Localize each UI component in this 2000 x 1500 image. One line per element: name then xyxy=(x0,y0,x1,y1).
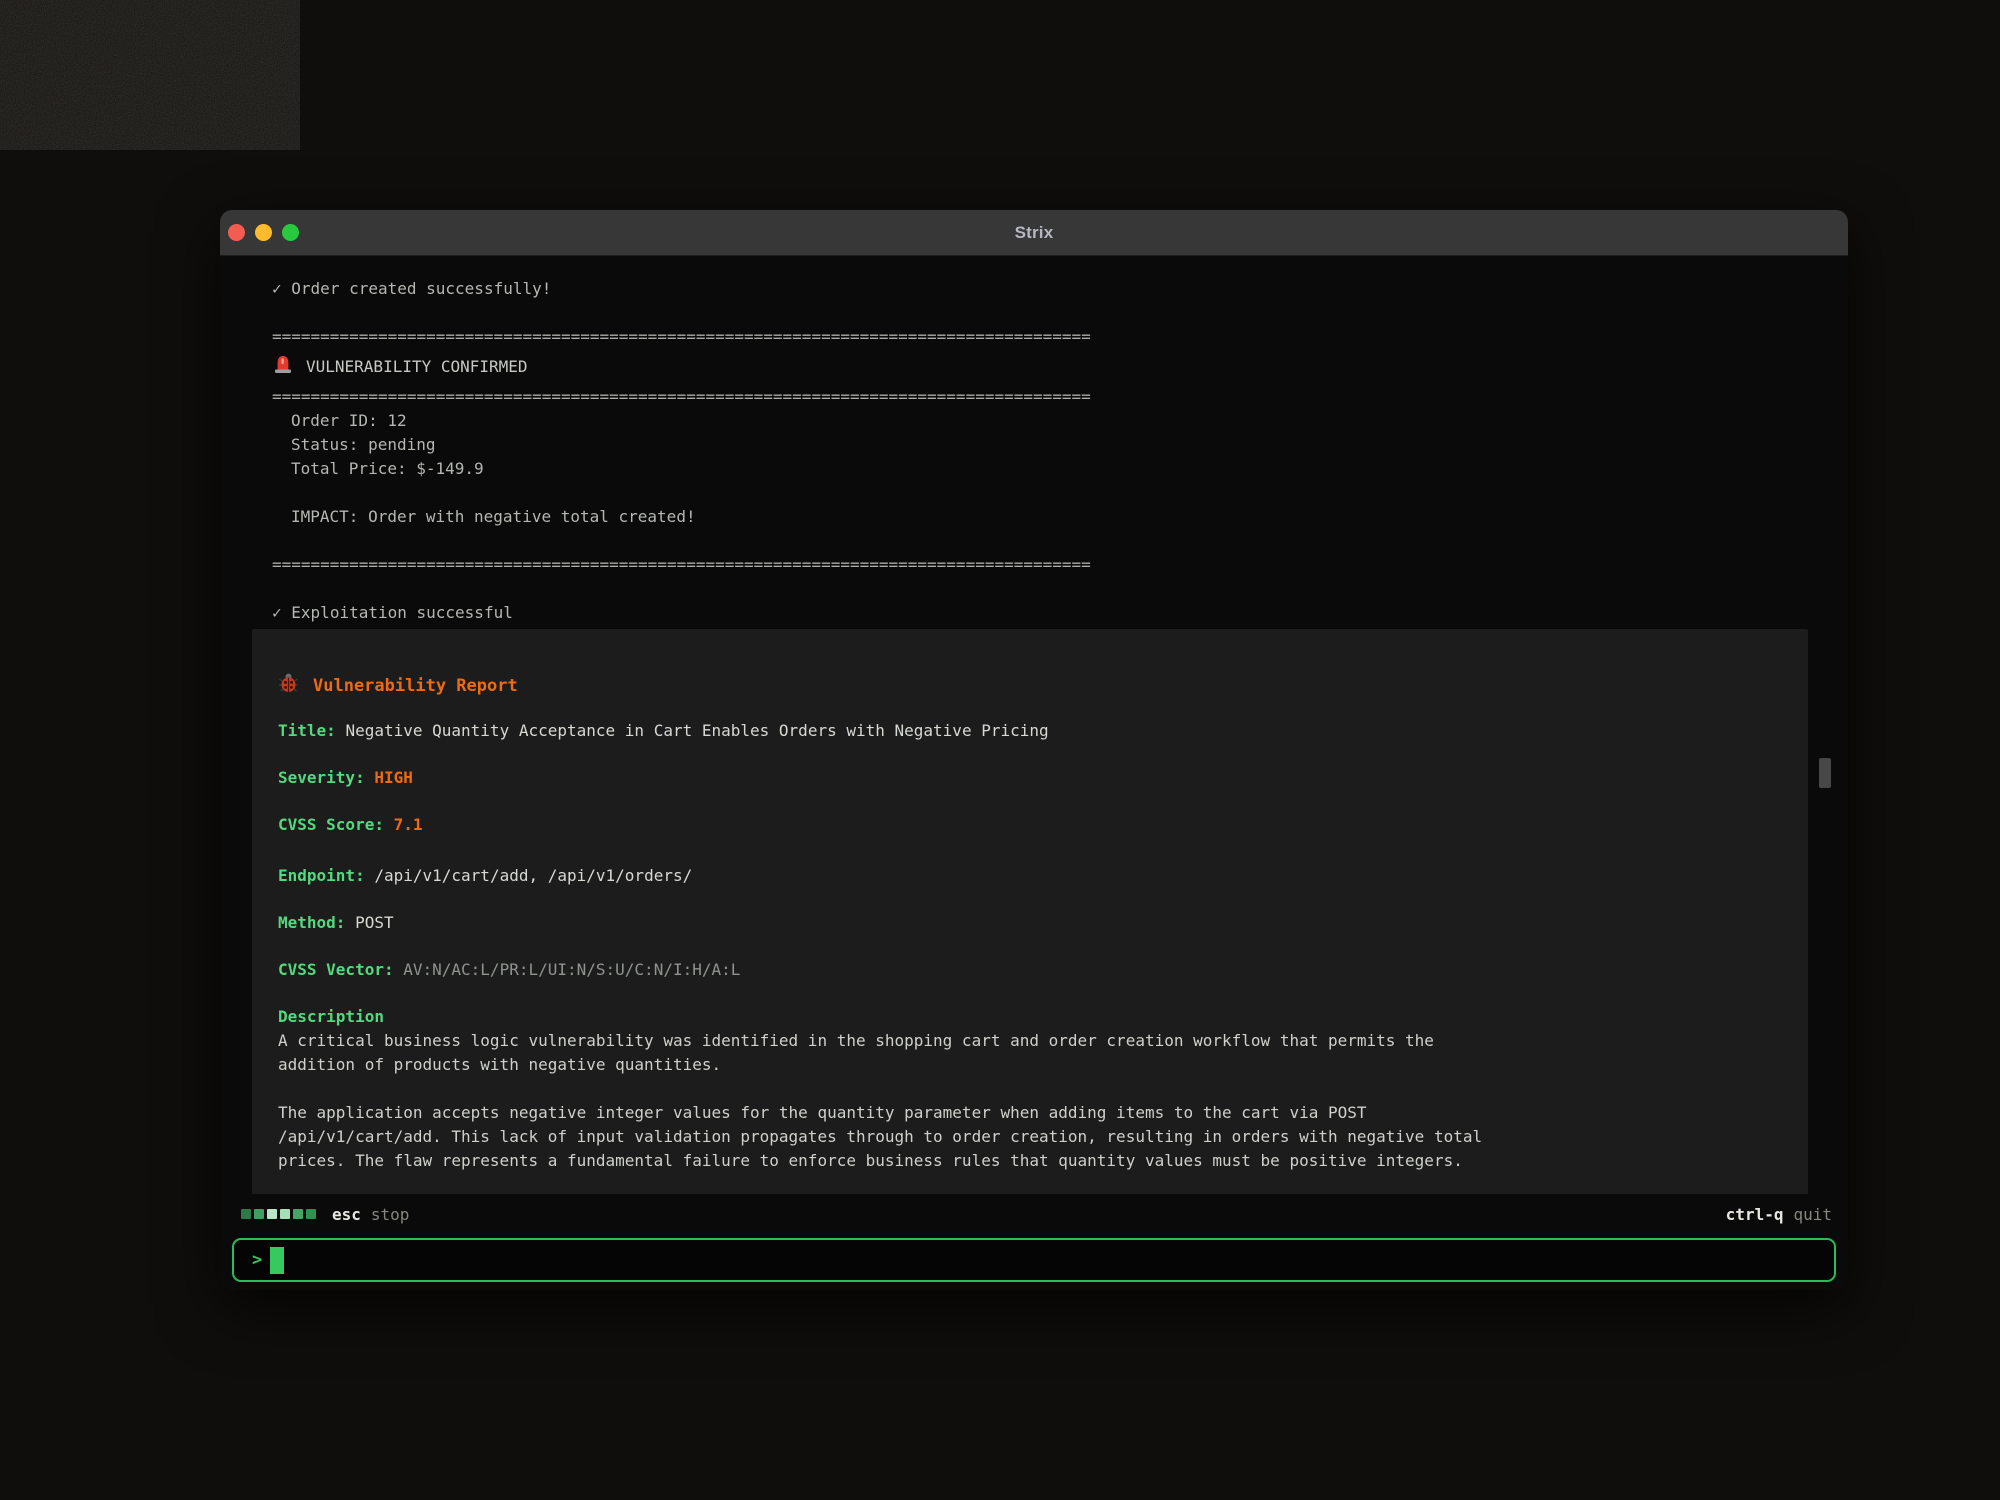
report-field: Title: Negative Quantity Acceptance in C… xyxy=(278,719,1782,743)
separator-line: ========================================… xyxy=(272,385,1848,409)
report-field-label: Title: xyxy=(278,721,336,740)
prompt-symbol: > xyxy=(252,1250,262,1270)
description-paragraph: The application accepts negative integer… xyxy=(278,1101,1782,1173)
report-field-label: CVSS Score: xyxy=(278,815,384,834)
spinner-square xyxy=(280,1209,290,1219)
log-status: Status: pending xyxy=(272,433,1848,457)
command-input[interactable]: > xyxy=(232,1238,1836,1282)
quit-hint-group: ctrl-q quit xyxy=(1726,1205,1832,1224)
spinner-square xyxy=(267,1209,277,1219)
status-bar: esc stop ctrl-q quit xyxy=(220,1194,1848,1234)
esc-key-hint: esc xyxy=(332,1205,361,1224)
log-exploitation: ✓ Exploitation successful xyxy=(272,601,1848,625)
report-field-value: POST xyxy=(355,913,394,932)
report-header: Vulnerability Report xyxy=(278,671,1782,701)
command-input-area: > xyxy=(220,1234,1848,1290)
report-field-label: Endpoint: xyxy=(278,866,365,885)
spinner-square xyxy=(254,1209,264,1219)
report-field-label: Method: xyxy=(278,913,345,932)
report-field-label: CVSS Vector: xyxy=(278,960,394,979)
report-field: CVSS Score: 7.1 xyxy=(278,813,1782,837)
report-field-value: HIGH xyxy=(374,768,413,787)
report-field: Severity: HIGH xyxy=(278,766,1782,790)
report-field-value: 7.1 xyxy=(394,815,423,834)
report-field-label: Severity: xyxy=(278,768,365,787)
report-fields: Title: Negative Quantity Acceptance in C… xyxy=(278,719,1782,982)
log-total-price: Total Price: $-149.9 xyxy=(272,457,1848,481)
terminal-output: ✓ Order created successfully! ==========… xyxy=(220,256,1848,1194)
description-paragraph: A critical business logic vulnerability … xyxy=(278,1029,1782,1077)
bug-icon xyxy=(278,672,299,700)
ctrl-q-key-hint: ctrl-q xyxy=(1726,1205,1784,1224)
report-field: CVSS Vector: AV:N/AC:L/PR:L/UI:N/S:U/C:N… xyxy=(278,958,1782,982)
text-cursor xyxy=(270,1247,284,1274)
vulnerability-confirmed-heading: VULNERABILITY CONFIRMED xyxy=(272,352,1848,382)
report-field-value: AV:N/AC:L/PR:L/UI:N/S:U/C:N/I:H/A:L xyxy=(403,960,740,979)
spinner-square xyxy=(241,1209,251,1219)
separator-line: ========================================… xyxy=(272,553,1848,577)
window-title: Strix xyxy=(220,223,1848,243)
report-title: Vulnerability Report xyxy=(313,674,518,698)
title-bar: Strix xyxy=(220,210,1848,256)
description-heading: Description xyxy=(278,1005,1782,1029)
desktop-background xyxy=(0,0,300,150)
report-field-value: /api/v1/cart/add, /api/v1/orders/ xyxy=(374,866,692,885)
report-field: Endpoint: /api/v1/cart/add, /api/v1/orde… xyxy=(278,864,1782,888)
log-order-created: ✓ Order created successfully! xyxy=(272,277,1848,301)
separator-line: ========================================… xyxy=(272,325,1848,349)
activity-spinner xyxy=(241,1209,316,1219)
log-impact: IMPACT: Order with negative total create… xyxy=(272,505,1848,529)
scrollbar-thumb[interactable] xyxy=(1819,758,1831,788)
report-field: Method: POST xyxy=(278,911,1782,935)
esc-action-label: stop xyxy=(371,1205,410,1224)
check-icon: ✓ xyxy=(272,279,282,298)
report-field-value: Negative Quantity Acceptance in Cart Ena… xyxy=(345,721,1048,740)
spinner-square xyxy=(306,1209,316,1219)
check-icon: ✓ xyxy=(272,603,282,622)
vulnerability-report-panel: Vulnerability Report Title: Negative Qua… xyxy=(252,629,1808,1194)
quit-action-label: quit xyxy=(1793,1205,1832,1224)
terminal-window: Strix ✓ Order created successfully! ====… xyxy=(220,210,1848,1290)
spinner-square xyxy=(293,1209,303,1219)
log-order-id: Order ID: 12 xyxy=(272,409,1848,433)
siren-icon xyxy=(272,353,294,382)
